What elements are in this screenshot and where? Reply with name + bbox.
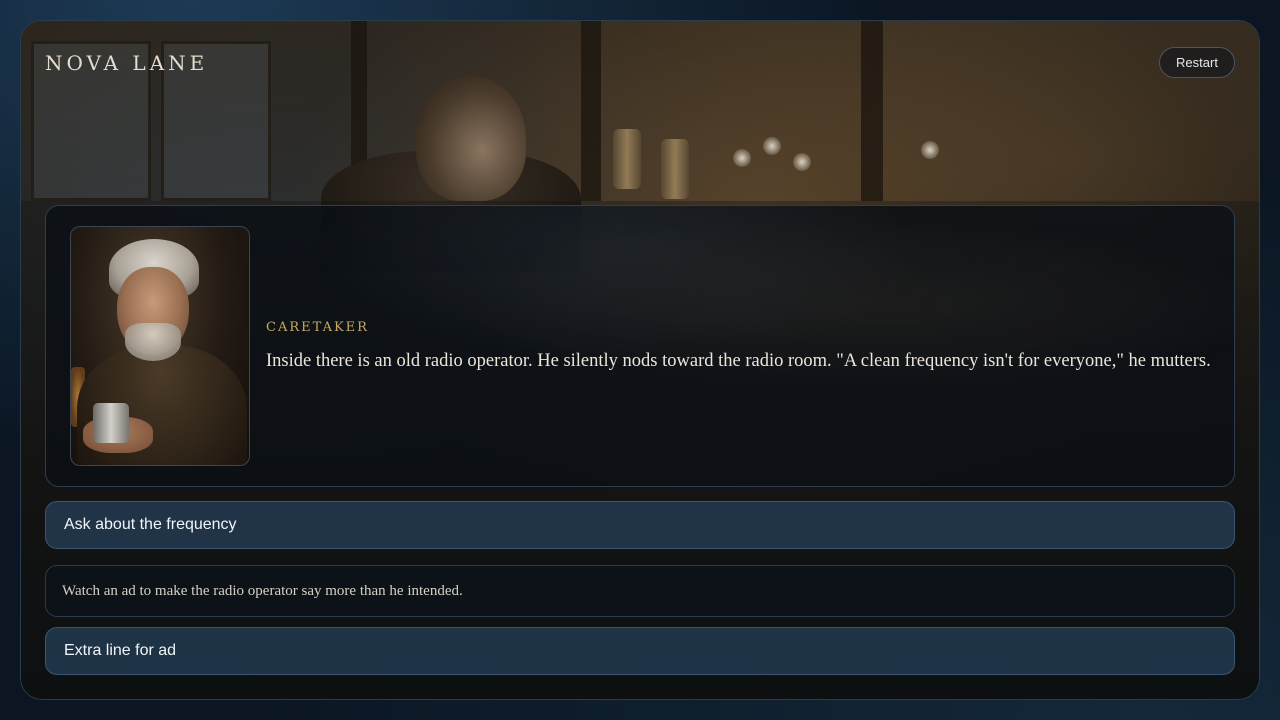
restart-button[interactable]: Restart [1159, 47, 1235, 78]
scene-radio-dial [793, 153, 811, 171]
game-title: NOVA LANE [45, 51, 209, 75]
choice-extra-line-ad-button[interactable]: Extra line for ad [45, 627, 1235, 675]
ad-prompt-text: Watch an ad to make the radio operator s… [45, 565, 1235, 617]
scene-jar [613, 129, 641, 189]
scene-beam [581, 21, 601, 201]
portrait-mug [93, 403, 129, 443]
scene-beam [861, 21, 883, 201]
speaker-name: CARETAKER [266, 320, 369, 335]
game-frame: NOVA LANE Restart CARETAKER Inside there… [20, 20, 1260, 700]
dialogue-panel: CARETAKER Inside there is an old radio o… [45, 205, 1235, 487]
caretaker-portrait [70, 226, 250, 466]
scene-operator-head [416, 76, 526, 201]
scene-jar [661, 139, 689, 199]
scene-radio-dial [763, 137, 781, 155]
portrait-beard [125, 323, 181, 361]
scene-radio-dial [921, 141, 939, 159]
dialogue-text: Inside there is an old radio operator. H… [266, 351, 1211, 371]
scene-radio-dial [733, 149, 751, 167]
choice-ask-frequency-button[interactable]: Ask about the frequency [45, 501, 1235, 549]
